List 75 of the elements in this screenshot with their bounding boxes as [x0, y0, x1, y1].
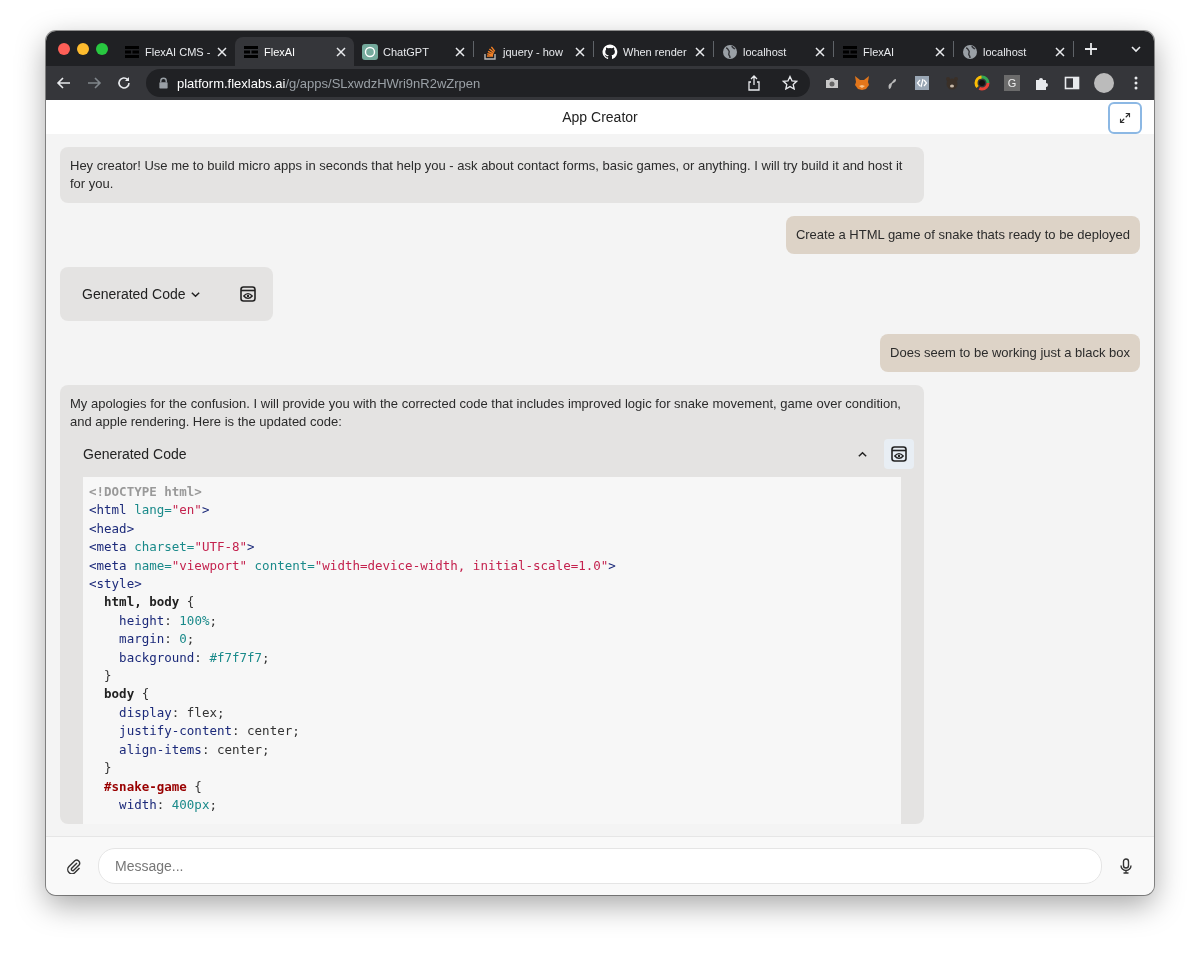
message-field[interactable]: Message...	[98, 848, 1102, 884]
browser-tab[interactable]: FlexAI CMS -	[116, 37, 235, 66]
forward-icon[interactable]	[86, 75, 102, 91]
globe-icon	[722, 43, 738, 60]
ring-icon[interactable]	[974, 75, 990, 91]
fox-icon[interactable]	[854, 75, 870, 91]
close-window-button[interactable]	[58, 42, 70, 55]
browser-tab[interactable]: localhost	[714, 37, 833, 66]
globe-icon	[962, 43, 978, 60]
close-icon[interactable]	[815, 46, 825, 57]
preview-button[interactable]	[884, 439, 914, 469]
minimize-window-button[interactable]	[77, 42, 89, 55]
browser-tab[interactable]: FlexAI	[235, 37, 354, 66]
expand-icon	[1119, 112, 1131, 124]
code-line: }	[103, 667, 112, 686]
code-line: align-items: center;	[118, 740, 270, 759]
browser-tab[interactable]: ChatGPT	[354, 37, 473, 66]
puzzle-icon[interactable]	[1034, 75, 1050, 91]
code-line: <head>	[89, 519, 135, 538]
close-icon[interactable]	[935, 46, 945, 57]
code-line: <meta charset="UTF-8">	[89, 538, 255, 557]
avatar[interactable]	[1094, 73, 1114, 93]
code-line: <meta name="viewport" content="width=device-width, initial-scale=1.0">	[89, 556, 616, 575]
extension-button[interactable]: G	[1004, 75, 1020, 91]
user-message: Create a HTML game of snake thats ready to be deployed	[785, 216, 1140, 254]
close-icon[interactable]	[1055, 46, 1065, 57]
grid-icon	[243, 43, 259, 60]
address-bar[interactable]: platform.flexlabs.ai/g/apps/SLxwdzHWri9nR2wZrpen	[146, 69, 810, 97]
lock-icon	[158, 77, 169, 89]
close-icon[interactable]	[336, 46, 346, 57]
code-line: background: #f7f7f7;	[118, 648, 270, 667]
code-line: <!DOCTYPE html>	[89, 483, 202, 501]
code-line: width: 400px;	[118, 795, 217, 814]
code-line: }	[103, 759, 112, 778]
code-line: justify-content: center;	[118, 722, 300, 741]
code-icon[interactable]	[914, 75, 930, 91]
browser-tab[interactable]: jquery - how	[474, 37, 593, 66]
generated-code-label: Generated Code	[82, 446, 188, 462]
maximize-window-button[interactable]	[96, 42, 108, 55]
assistant-message: Hey creator! Use me to build micro apps in seconds that help you - ask about contact forms, basic games, or anything. I will try build it and host it for you.	[60, 147, 924, 203]
close-icon[interactable]	[695, 46, 705, 57]
side-panel-icon[interactable]	[1064, 75, 1080, 91]
code-line: <style>	[89, 575, 142, 594]
bear-icon[interactable]	[944, 75, 960, 91]
generated-code-toggle[interactable]: Generated Code	[70, 286, 213, 302]
code-line: html, body {	[103, 593, 195, 612]
code-line: <html lang="en">	[89, 501, 210, 520]
share-icon[interactable]	[746, 75, 762, 91]
plus-icon[interactable]	[1084, 41, 1098, 56]
browser-tab[interactable]: FlexAI	[834, 37, 953, 66]
close-icon[interactable]	[217, 46, 227, 57]
paperclip-icon[interactable]	[66, 858, 82, 874]
microphone-icon[interactable]	[1118, 858, 1134, 874]
grid-icon	[842, 43, 858, 60]
back-icon[interactable]	[56, 75, 72, 91]
url-text: platform.flexlabs.ai/g/apps/SLxwdzHWri9nR2wZrpen	[177, 75, 481, 91]
grid-icon	[124, 43, 140, 60]
code-line: #snake-game {	[103, 777, 202, 796]
app-title: App Creator	[562, 109, 638, 125]
preview-icon[interactable]	[238, 285, 257, 303]
code-line: display: flex;	[118, 703, 225, 722]
close-icon[interactable]	[575, 46, 585, 57]
camera-icon[interactable]	[824, 75, 840, 91]
star-icon[interactable]	[782, 75, 798, 91]
code-line: body {	[103, 685, 150, 704]
code-line: margin: 0;	[118, 630, 195, 649]
message-text: My apologies for the confusion. I will provide you with the corrected code that includes improved logic for snake movement, game over condition, and apple rendering. Here is the updated code:	[70, 395, 902, 431]
reload-icon[interactable]	[116, 75, 132, 91]
browser-tab[interactable]: localhost	[954, 37, 1073, 66]
browser-tab[interactable]: When render	[594, 37, 713, 66]
code-line: height: 100%;	[118, 611, 217, 630]
close-icon[interactable]	[455, 46, 465, 57]
preview-icon[interactable]	[890, 445, 908, 463]
user-message: Does seem to be working just a black box	[880, 334, 1140, 372]
github-icon	[602, 43, 618, 60]
